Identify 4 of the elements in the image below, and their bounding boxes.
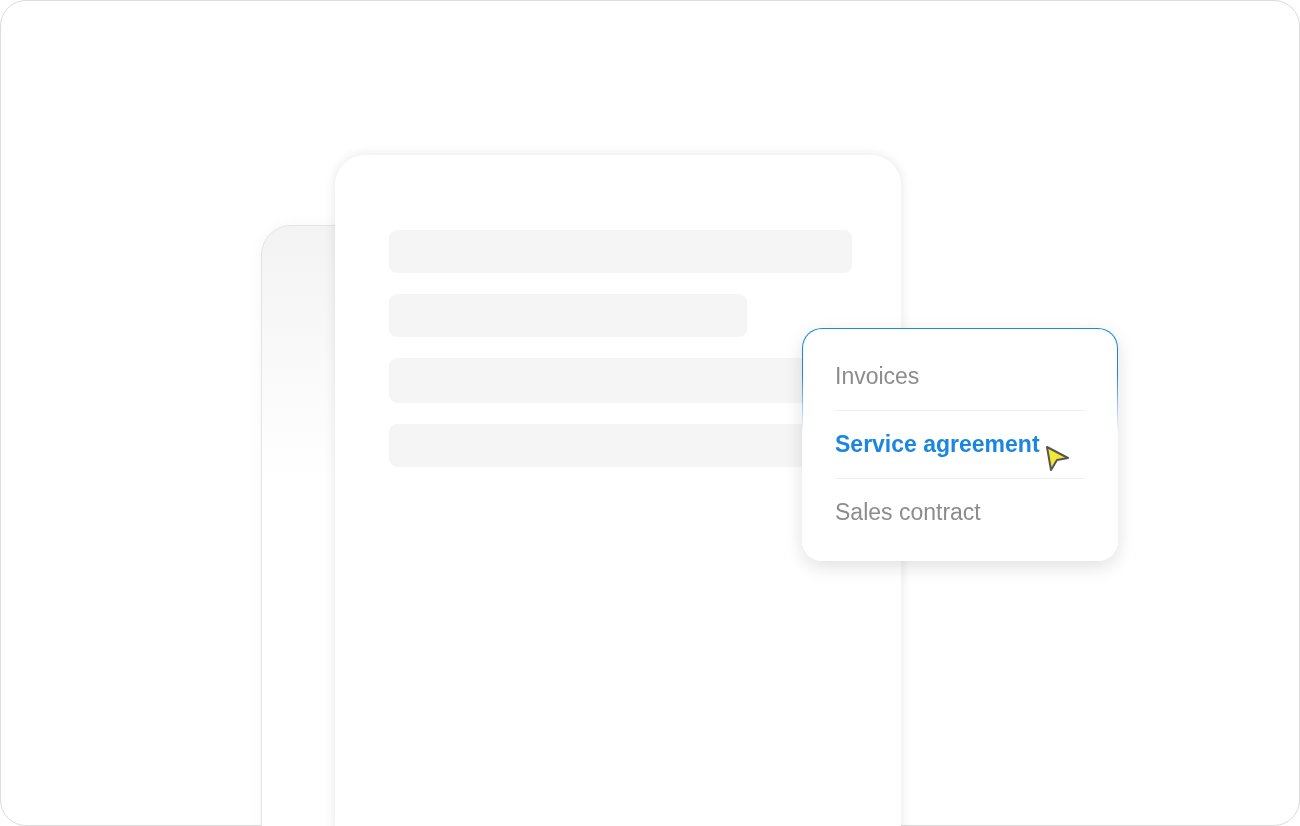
menu-item[interactable]: Service agreement (835, 411, 1040, 478)
menu-item[interactable]: Sales contract (835, 479, 981, 546)
cursor-icon (1043, 443, 1070, 472)
menu-item[interactable]: Invoices (835, 343, 920, 410)
